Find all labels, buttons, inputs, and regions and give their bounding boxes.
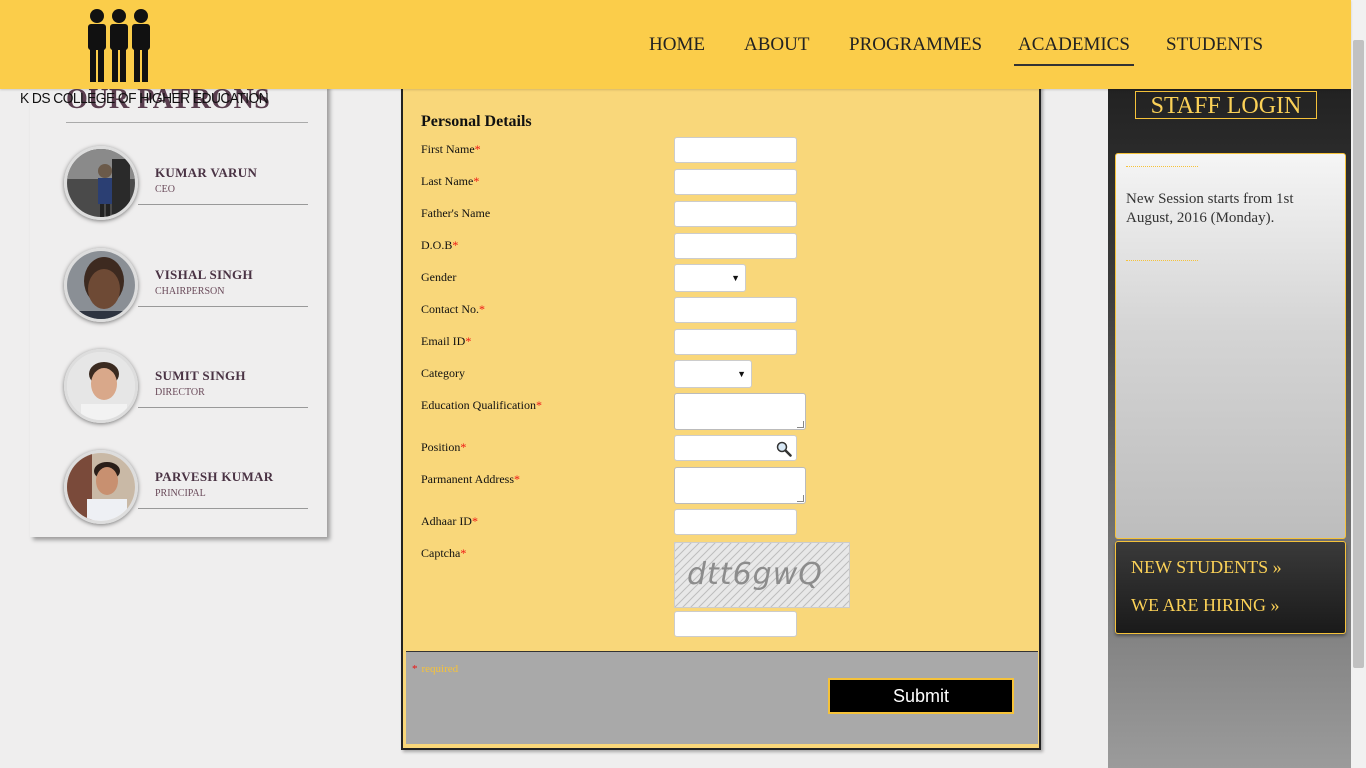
position-input[interactable]	[674, 435, 797, 461]
dob-input[interactable]	[674, 233, 797, 259]
patron-avatar	[64, 146, 138, 220]
required-note: * required	[412, 663, 459, 675]
divider	[66, 122, 308, 123]
divider	[138, 508, 308, 509]
dob-label: D.O.B*	[421, 238, 459, 252]
address-textarea[interactable]	[674, 467, 806, 504]
patron-name: KUMAR VARUN	[155, 165, 258, 180]
fathers-name-input[interactable]	[674, 201, 797, 227]
nav-students[interactable]: STUDENTS	[1166, 34, 1263, 56]
contact-label: Contact No.*	[421, 302, 485, 316]
patron-role: CHAIRPERSON	[155, 286, 225, 297]
captcha-text: dtt6gwQ	[687, 557, 823, 592]
chevron-down-icon: ▼	[731, 273, 740, 283]
patron-name: PARVESH KUMAR	[155, 469, 274, 484]
patron-name: VISHAL SINGH	[155, 267, 253, 282]
patron-card: PARVESH KUMAR PRINCIPAL	[64, 450, 314, 530]
patron-role: DIRECTOR	[155, 387, 205, 398]
divider	[138, 407, 308, 408]
college-name: K DS COLLEGE OF HIGHER EDUCATION	[20, 90, 269, 107]
page-scrollbar[interactable]	[1351, 0, 1366, 768]
category-select[interactable]: ▼	[674, 360, 752, 388]
first-name-label: First Name*	[421, 142, 481, 156]
patrons-panel: OUR PATRONS KUMAR VARUN CEO VISHAL SINGH…	[30, 84, 327, 537]
patron-avatar	[64, 450, 138, 524]
adhaar-label: Adhaar ID*	[421, 514, 478, 528]
right-sidebar: STAFF LOGIN New Session starts from 1st …	[1108, 89, 1351, 768]
patron-role: CEO	[155, 184, 175, 195]
new-students-link[interactable]: NEW STUDENTS »	[1131, 557, 1282, 578]
divider	[138, 306, 308, 307]
hiring-link[interactable]: WE ARE HIRING »	[1131, 595, 1279, 616]
nav-home[interactable]: HOME	[649, 34, 705, 56]
application-form: Personal Details First Name* Last Name* …	[401, 84, 1041, 750]
quick-links: NEW STUDENTS » WE ARE HIRING »	[1115, 541, 1346, 634]
captcha-input[interactable]	[674, 611, 797, 637]
education-textarea[interactable]	[674, 393, 806, 430]
captcha-label: Captcha*	[421, 546, 467, 560]
last-name-label: Last Name*	[421, 174, 480, 188]
site-header: HOME ABOUT PROGRAMMES ACADEMICS STUDENTS	[0, 0, 1351, 89]
email-label: Email ID*	[421, 334, 472, 348]
patron-avatar	[64, 248, 138, 322]
patron-name: SUMIT SINGH	[155, 368, 246, 383]
last-name-input[interactable]	[674, 169, 797, 195]
scrollbar-thumb[interactable]	[1353, 40, 1364, 668]
first-name-input[interactable]	[674, 137, 797, 163]
nav-academics[interactable]: ACADEMICS	[1014, 34, 1134, 66]
category-label: Category	[421, 366, 465, 380]
fathers-name-label: Father's Name	[421, 206, 491, 220]
form-body: Personal Details First Name* Last Name* …	[406, 89, 1038, 651]
news-text: New Session starts from 1st August, 2016…	[1126, 191, 1294, 226]
nav-about[interactable]: ABOUT	[744, 34, 809, 56]
divider	[1126, 166, 1198, 167]
form-footer: * required Submit	[406, 651, 1038, 744]
adhaar-input[interactable]	[674, 509, 797, 535]
search-icon[interactable]	[776, 441, 792, 457]
form-heading: Personal Details	[421, 113, 532, 130]
contact-input[interactable]	[674, 297, 797, 323]
education-label: Education Qualification*	[421, 398, 542, 412]
divider	[138, 204, 308, 205]
chevron-down-icon: ▼	[737, 369, 746, 379]
patron-card: VISHAL SINGH CHAIRPERSON	[64, 248, 314, 328]
position-label: Position*	[421, 440, 467, 454]
address-label: Parmanent Address*	[421, 472, 520, 486]
patron-avatar	[64, 349, 138, 423]
nav-programmes[interactable]: PROGRAMMES	[849, 34, 982, 56]
captcha-image: dtt6gwQ	[674, 542, 850, 608]
patron-role: PRINCIPAL	[155, 488, 206, 499]
email-field[interactable]	[674, 329, 797, 355]
patron-card: KUMAR VARUN CEO	[64, 146, 314, 226]
submit-button[interactable]: Submit	[828, 678, 1014, 714]
gender-select[interactable]: ▼	[674, 264, 746, 292]
gender-label: Gender	[421, 270, 457, 284]
people-logo-icon[interactable]	[86, 8, 152, 84]
staff-login-button[interactable]: STAFF LOGIN	[1135, 91, 1317, 119]
news-box: New Session starts from 1st August, 2016…	[1115, 153, 1346, 539]
divider	[1126, 260, 1198, 261]
patron-card: SUMIT SINGH DIRECTOR	[64, 349, 314, 429]
